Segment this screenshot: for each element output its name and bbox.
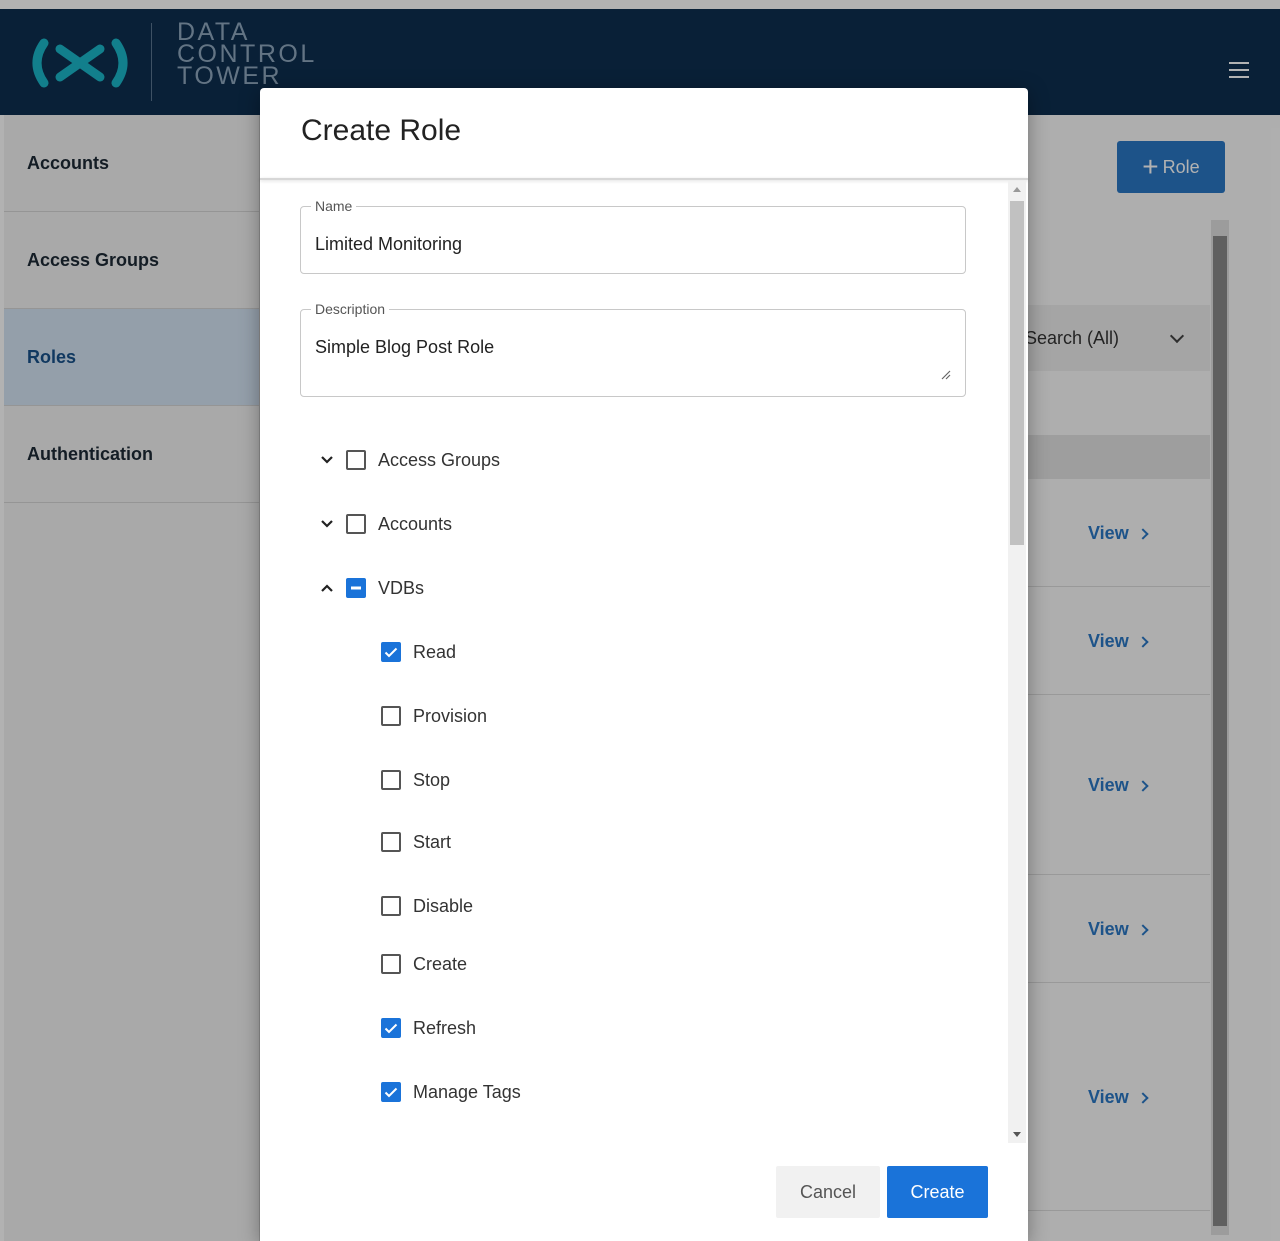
checkbox-access-groups[interactable] — [346, 450, 366, 470]
tree-item-label: Manage Tags — [413, 1081, 521, 1102]
tree-item-accounts: Accounts — [314, 510, 452, 538]
name-field[interactable]: Name Limited Monitoring — [300, 198, 966, 274]
checkbox-accounts[interactable] — [346, 514, 366, 534]
create-button[interactable]: Create — [887, 1166, 988, 1218]
tree-item-provision: Provision — [381, 702, 487, 730]
tree-item-label: Accounts — [378, 513, 453, 534]
tree-item-label: Stop — [413, 769, 451, 790]
checkbox-start[interactable] — [381, 832, 401, 852]
tree-item-label: Read — [413, 641, 457, 662]
checkbox-stop[interactable] — [381, 770, 401, 790]
dialog-scrollbar-thumb[interactable] — [1010, 201, 1024, 545]
description-field[interactable]: Description Simple Blog Post Role — [300, 301, 966, 397]
checkbox-create[interactable] — [381, 954, 401, 974]
checkbox-refresh[interactable] — [381, 1018, 401, 1038]
tree-item-label: Refresh — [413, 1017, 477, 1038]
tree-item-create: Create — [381, 950, 467, 978]
chevron-up-icon[interactable] — [314, 575, 340, 601]
name-field-label: Name — [311, 198, 357, 214]
checkbox-read[interactable] — [381, 642, 401, 662]
name-field-value[interactable]: Limited Monitoring — [315, 234, 462, 255]
tree-item-start: Start — [381, 828, 451, 856]
create-role-dialog: Create Role Name Limited Monitoring Desc… — [260, 88, 1028, 1241]
description-field-label: Description — [311, 301, 390, 317]
tree-item-label: Start — [413, 831, 452, 852]
dialog-scrollbar[interactable] — [1008, 181, 1026, 1143]
cancel-button[interactable]: Cancel — [776, 1166, 880, 1218]
chevron-down-icon[interactable] — [314, 447, 340, 473]
resize-handle-icon[interactable] — [941, 370, 951, 380]
tree-item-refresh: Refresh — [381, 1014, 476, 1042]
tree-item-label: Provision — [413, 705, 488, 726]
checkbox-manage-tags[interactable] — [381, 1082, 401, 1102]
dialog-title: Create Role — [301, 114, 462, 147]
checkbox-provision[interactable] — [381, 706, 401, 726]
tree-item-read: Read — [381, 638, 456, 666]
chevron-down-icon[interactable] — [314, 511, 340, 537]
dialog-divider — [260, 178, 1028, 180]
scroll-down-icon[interactable] — [1013, 1132, 1021, 1137]
description-field-value[interactable]: Simple Blog Post Role — [315, 337, 494, 358]
tree-item-disable: Disable — [381, 892, 473, 920]
tree-item-vdbs: VDBs — [314, 574, 424, 602]
tree-item-label: VDBs — [378, 577, 425, 598]
tree-item-label: Create — [413, 953, 468, 974]
checkbox-vdbs[interactable] — [346, 578, 366, 598]
tree-item-access-groups: Access Groups — [314, 446, 500, 474]
checkbox-disable[interactable] — [381, 896, 401, 916]
tree-item-manage-tags: Manage Tags — [381, 1078, 521, 1106]
tree-item-stop: Stop — [381, 766, 450, 794]
scroll-up-icon[interactable] — [1013, 187, 1021, 192]
tree-item-label: Disable — [413, 895, 474, 916]
tree-item-label: Access Groups — [378, 449, 501, 470]
